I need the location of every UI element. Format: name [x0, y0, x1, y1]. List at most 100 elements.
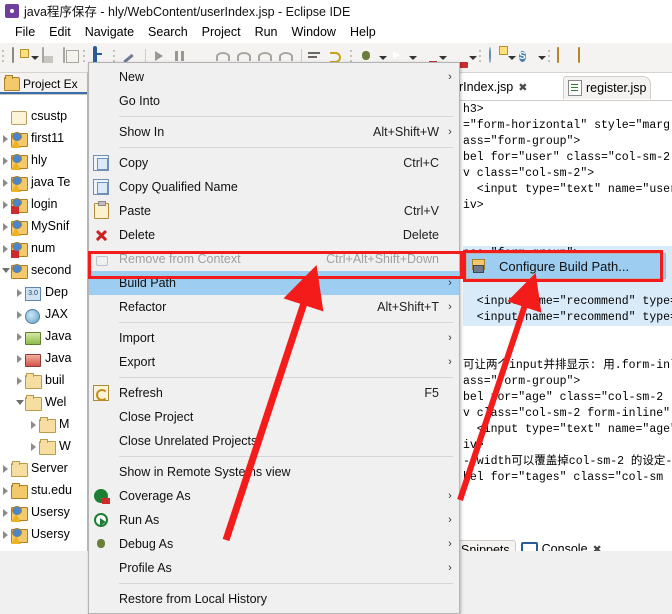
context-menu[interactable]: New › Go Into Show In Alt+Shift+W › Copy Ctrl+C… [88, 62, 460, 614]
chevron-right-icon[interactable] [0, 221, 11, 231]
chevron-right-icon[interactable] [14, 375, 25, 385]
close-icon[interactable]: ✖ [593, 543, 602, 552]
new-wizard-dropdown-icon[interactable] [30, 48, 39, 67]
tab-console[interactable]: Console ✖ [516, 540, 607, 552]
menu-run[interactable]: Run [248, 23, 285, 41]
menu-item-debug-as[interactable]: Debug As › [89, 532, 459, 556]
menu-item-restore-from-local-history[interactable]: Restore from Local History [89, 587, 459, 611]
menu-item-export[interactable]: Export › [89, 350, 459, 374]
search-icon[interactable]: S [517, 48, 536, 67]
tree-item-buil[interactable]: buil [0, 369, 87, 391]
tree-item-usersy[interactable]: Usersy [0, 523, 87, 545]
menu-item-run-as[interactable]: Run As › [89, 508, 459, 532]
toolbar-grip[interactable] [2, 48, 7, 67]
tree-item-jax[interactable]: JAX [0, 303, 87, 325]
build-path-submenu[interactable]: Configure Build Path... [466, 253, 666, 279]
tree-item-second[interactable]: second [0, 259, 87, 281]
tree-item-csustp[interactable]: csustp [0, 105, 87, 127]
menu-item-new[interactable]: New › [89, 65, 459, 89]
chevron-right-icon[interactable] [0, 199, 11, 209]
open-type-icon[interactable] [556, 47, 575, 67]
search-dropdown-icon[interactable] [537, 48, 546, 67]
tab-project-explorer[interactable]: Project Ex [0, 73, 87, 95]
menu-search[interactable]: Search [141, 23, 195, 41]
tree-item-dep[interactable]: 3.0 Dep [0, 281, 87, 303]
tree-item-login[interactable]: login [0, 193, 87, 215]
menu-item-show-in-remote-systems-view[interactable]: Show in Remote Systems view [89, 460, 459, 484]
chevron-down-icon[interactable] [14, 397, 25, 407]
chevron-right-icon[interactable] [14, 331, 25, 341]
chevron-right-icon[interactable] [28, 441, 39, 451]
menu-project[interactable]: Project [195, 23, 248, 41]
chevron-right-icon[interactable] [0, 243, 11, 253]
chevron-right-icon[interactable] [14, 287, 25, 297]
tree-item-m[interactable]: M [0, 413, 87, 435]
chevron-right-icon[interactable] [0, 463, 11, 473]
menu-file[interactable]: File [8, 23, 42, 41]
menu-item-close-project[interactable]: Close Project [89, 405, 459, 429]
chevron-right-icon[interactable] [14, 353, 25, 363]
toolbar-grip-6[interactable] [548, 48, 553, 67]
chevron-right-icon[interactable] [0, 155, 11, 165]
code-viewport[interactable]: h3> ="form-horizontal" style="marg ass="fo… [463, 102, 672, 532]
editor-tab-active[interactable]: rIndex.jsp ✖ [455, 76, 532, 100]
menu-navigate[interactable]: Navigate [78, 23, 141, 41]
code-line: h3> [463, 103, 484, 116]
tree-item-wel[interactable]: Wel [0, 391, 87, 413]
menu-item-refactor[interactable]: Refactor Alt+Shift+T › [89, 295, 459, 319]
chevron-down-icon[interactable] [0, 265, 11, 275]
menu-item-build-path[interactable]: Build Path › [89, 271, 459, 295]
menu-item-delete[interactable]: Delete Delete [89, 223, 459, 247]
menu-edit[interactable]: Edit [42, 23, 78, 41]
chevron-right-icon[interactable] [0, 485, 11, 495]
close-icon[interactable]: ✖ [518, 81, 527, 94]
tree-item-hly[interactable]: hly [0, 149, 87, 171]
project-tree[interactable]: csustp first11 hly java Te login MySnif num sec… [0, 95, 87, 545]
chevron-right-icon[interactable] [0, 507, 11, 517]
tab-snippets[interactable]: Snippets [455, 539, 516, 551]
console-tabs[interactable]: Snippets Console ✖ [455, 538, 672, 551]
menu-item-close-unrelated-projects[interactable]: Close Unrelated Projects [89, 429, 459, 453]
chevron-right-icon[interactable] [14, 309, 25, 319]
menu-item-paste[interactable]: Paste Ctrl+V [89, 199, 459, 223]
menu-item-accelerator: Ctrl+V [403, 204, 439, 218]
menu-item-coverage-as[interactable]: Coverage As › [89, 484, 459, 508]
tree-item-num[interactable]: num [0, 237, 87, 259]
menu-item-import[interactable]: Import › [89, 326, 459, 350]
new-web-icon[interactable] [487, 47, 506, 67]
menu-window[interactable]: Window [285, 23, 343, 41]
menu-item-accelerator: Alt+Shift+T [377, 300, 439, 314]
tree-item-java-te[interactable]: java Te [0, 171, 87, 193]
menubar[interactable]: File Edit Navigate Search Project Run Wi… [0, 21, 672, 43]
tree-item-server[interactable]: Server [0, 457, 87, 479]
chevron-right-icon[interactable] [28, 419, 39, 429]
profile-dropdown-icon[interactable] [468, 48, 477, 67]
menu-item-copy[interactable]: Copy Ctrl+C [89, 151, 459, 175]
menu-item-copy-qualified-name[interactable]: Copy Qualified Name [89, 175, 459, 199]
tree-item-mysnif[interactable]: MySnif [0, 215, 87, 237]
configure-build-path-item[interactable]: Configure Build Path... [493, 259, 629, 274]
chevron-right-icon[interactable] [0, 529, 11, 539]
tree-item-java[interactable]: Java [0, 347, 87, 369]
menu-item-refresh[interactable]: Refresh F5 [89, 381, 459, 405]
chevron-right-icon[interactable] [0, 177, 11, 187]
new-wizard-icon[interactable] [10, 47, 29, 67]
menu-item-profile-as[interactable]: Profile As › [89, 556, 459, 580]
tree-item-w[interactable]: W [0, 435, 87, 457]
editor-tabs[interactable]: rIndex.jsp ✖ register.jsp [455, 76, 672, 100]
chevron-right-icon[interactable] [0, 133, 11, 143]
tree-item-java[interactable]: Java [0, 325, 87, 347]
tree-item-first11[interactable]: first11 [0, 127, 87, 149]
menu-help[interactable]: Help [343, 23, 383, 41]
open-task-icon[interactable] [577, 47, 596, 67]
new-web-dropdown-icon[interactable] [507, 48, 516, 67]
save-icon[interactable] [40, 47, 59, 67]
toolbar-grip-5[interactable] [479, 48, 484, 67]
menu-item-label: Run As [119, 513, 160, 527]
tree-item-usersy[interactable]: Usersy [0, 501, 87, 523]
save-all-icon[interactable] [61, 47, 80, 67]
tree-item-stu-edu[interactable]: stu.edu [0, 479, 87, 501]
menu-item-show-in[interactable]: Show In Alt+Shift+W › [89, 120, 459, 144]
menu-item-go-into[interactable]: Go Into [89, 89, 459, 113]
editor-tab-register[interactable]: register.jsp [563, 76, 652, 99]
